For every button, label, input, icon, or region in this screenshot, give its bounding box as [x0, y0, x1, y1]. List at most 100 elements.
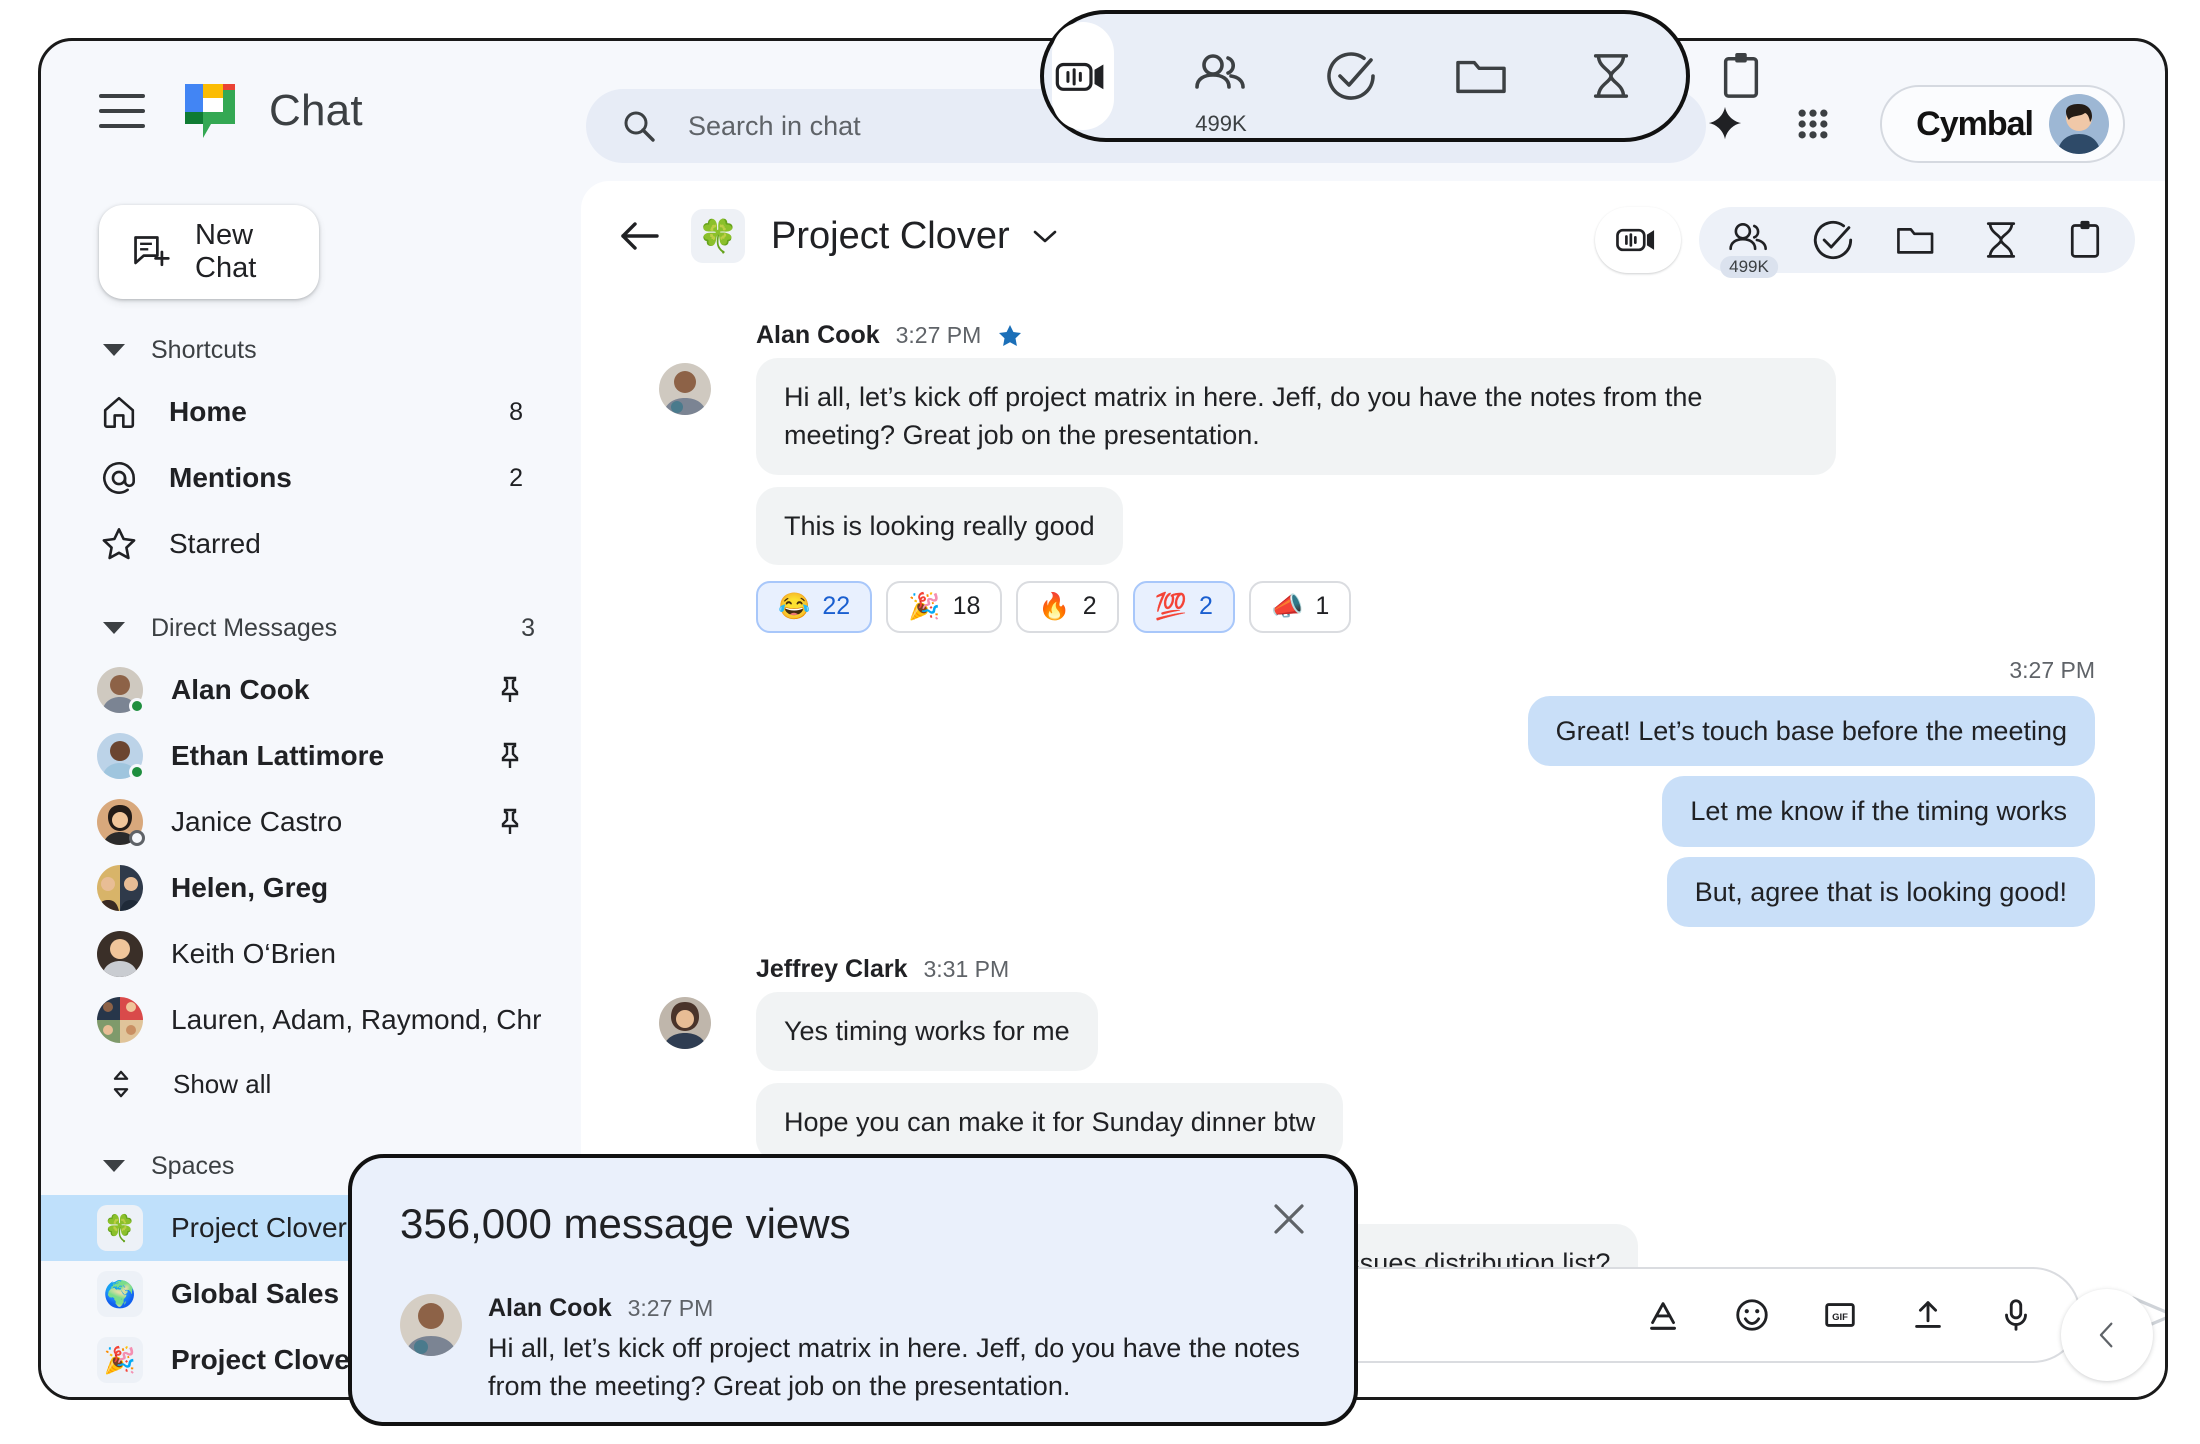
message-bubble[interactable]: This is looking really good [756, 487, 1123, 565]
sidebar-item-label: Alan Cook [171, 674, 497, 706]
globe-icon: 🌍 [97, 1271, 143, 1317]
chevron-left-icon[interactable] [2061, 1289, 2153, 1381]
microphone-icon[interactable] [1995, 1294, 2037, 1336]
new-chat-button[interactable]: New Chat [99, 205, 319, 299]
message-bubble[interactable]: Hope you can make it for Sunday dinner b… [756, 1083, 1343, 1161]
message-time: 3:31 PM [923, 956, 1009, 983]
sidebar-item-mentions[interactable]: Mentions 2 [41, 445, 541, 511]
sidebar-item-group-dm[interactable]: Lauren, Adam, Raymond, Christian [41, 987, 541, 1053]
check-circle-icon[interactable] [1805, 212, 1861, 268]
reaction-count: 2 [1199, 592, 1213, 621]
message-time: 3:27 PM [896, 322, 982, 349]
unread-count: 8 [509, 398, 523, 427]
reaction-chip[interactable]: 😂 22 [756, 581, 872, 633]
clipboard-icon[interactable] [1706, 41, 1776, 111]
message-bubble[interactable]: Let me know if the timing works [1662, 776, 2095, 846]
message-list: Alan Cook 3:27 PM [581, 291, 2168, 1291]
video-call-icon[interactable] [1595, 207, 1681, 273]
chevron-down-icon [103, 622, 125, 634]
sidebar-item-label: Mentions [169, 462, 509, 494]
emoji-icon[interactable] [1731, 1294, 1773, 1336]
people-icon[interactable]: 499K [1186, 41, 1256, 111]
reaction-count: 22 [822, 592, 850, 621]
folder-icon[interactable] [1446, 41, 1516, 111]
search-placeholder: Search in chat [688, 111, 861, 142]
message-group-outgoing: 3:27 PM Great! Let’s touch base before t… [641, 657, 2111, 937]
avatar [659, 363, 711, 415]
message-views-card: 356,000 message views Alan Cook 3:27 PM [348, 1154, 1358, 1426]
home-icon [97, 390, 141, 434]
message-author: Jeffrey Clark [756, 955, 907, 984]
conversation-toolbar: 499K [1595, 207, 2135, 273]
message-bubble[interactable]: But, agree that is looking good! [1667, 857, 2095, 927]
pin-icon[interactable] [497, 675, 523, 705]
sidebar-item-label: Keith O‘Brien [171, 938, 541, 970]
avatar [97, 667, 143, 713]
people-icon[interactable]: 499K [1721, 212, 1777, 268]
section-count: 3 [521, 614, 535, 643]
message-bubble[interactable]: Yes timing works for me [756, 992, 1098, 1070]
brand-name: Cymbal [1916, 105, 2033, 144]
message-author: Alan Cook [488, 1294, 612, 1323]
sidebar-item-janice-castro[interactable]: Janice Castro [41, 789, 541, 855]
section-header-shortcuts[interactable]: Shortcuts [41, 321, 581, 379]
sidebar-item-keith-obrien[interactable]: Keith O‘Brien [41, 921, 541, 987]
screenshot-root: Chat Search in chat [0, 0, 2200, 1444]
sidebar-item-starred[interactable]: Starred [41, 511, 541, 577]
account-chip[interactable]: Cymbal [1880, 85, 2125, 163]
star-icon[interactable] [997, 323, 1023, 349]
message-bubble[interactable]: Great! Let’s touch base before the meeti… [1528, 696, 2095, 766]
avatar[interactable] [2049, 94, 2109, 154]
sidebar-item-home[interactable]: Home 8 [41, 379, 541, 445]
at-icon [97, 456, 141, 500]
clipboard-icon[interactable] [2057, 212, 2113, 268]
reaction-chip[interactable]: 🔥 2 [1016, 581, 1118, 633]
megaphone-emoji: 📣 [1271, 591, 1303, 622]
grid-apps-icon[interactable] [1792, 103, 1834, 145]
presence-dot [129, 830, 145, 846]
check-circle-icon[interactable] [1316, 41, 1386, 111]
pin-icon[interactable] [497, 741, 523, 771]
avatar [659, 997, 711, 1049]
fire-emoji: 🔥 [1038, 591, 1070, 622]
conversation-header: 🍀 Project Clover [581, 181, 2168, 291]
gif-icon[interactable]: GIF [1819, 1294, 1861, 1336]
page-title: Chat [269, 86, 363, 136]
sidebar-item-ethan-lattimore[interactable]: Ethan Lattimore [41, 723, 541, 789]
reaction-chip[interactable]: 📣 1 [1249, 581, 1351, 633]
people-count-badge: 499K [1720, 256, 1778, 278]
format-text-icon[interactable] [1643, 1294, 1685, 1336]
avatar [400, 1294, 462, 1356]
message-text: Hi all, let’s kick off project matrix in… [488, 1329, 1306, 1406]
message-bubble[interactable]: Hi all, let’s kick off project matrix in… [756, 358, 1836, 475]
reaction-count: 2 [1083, 592, 1097, 621]
message-meta: Jeffrey Clark 3:31 PM [756, 955, 2111, 984]
sidebar-item-label: Starred [169, 528, 541, 560]
chevron-down-icon [103, 1160, 125, 1172]
sidebar-item-alan-cook[interactable]: Alan Cook [41, 657, 541, 723]
folder-icon[interactable] [1889, 212, 1945, 268]
hourglass-icon[interactable] [1973, 212, 2029, 268]
hourglass-icon[interactable] [1576, 41, 1646, 111]
reaction-chip[interactable]: 🎉 18 [886, 581, 1002, 633]
unread-count: 2 [509, 464, 523, 493]
reaction-chip[interactable]: 💯 2 [1133, 581, 1235, 633]
pin-icon[interactable] [497, 807, 523, 837]
sidebar-item-helen-greg[interactable]: Helen, Greg [41, 855, 541, 921]
conversation-title: Project Clover [771, 215, 1010, 258]
show-all-direct-messages[interactable]: Show all [41, 1053, 581, 1115]
expand-icon [99, 1062, 143, 1106]
chevron-down-icon[interactable] [1032, 228, 1058, 244]
close-icon[interactable] [1270, 1200, 1308, 1238]
new-chat-label: New Chat [195, 219, 319, 285]
section-label: Shortcuts [151, 336, 581, 365]
views-message: Alan Cook 3:27 PM Hi all, let’s kick off… [400, 1294, 1306, 1406]
message-time: 3:27 PM [628, 1295, 714, 1322]
video-call-icon[interactable] [1052, 22, 1114, 130]
section-header-direct-messages[interactable]: Direct Messages 3 [41, 599, 581, 657]
back-arrow-icon[interactable] [617, 218, 661, 254]
upload-icon[interactable] [1907, 1294, 1949, 1336]
clover-icon: 🍀 [97, 1205, 143, 1251]
hamburger-icon[interactable] [99, 94, 145, 128]
message-author: Alan Cook [756, 321, 880, 350]
